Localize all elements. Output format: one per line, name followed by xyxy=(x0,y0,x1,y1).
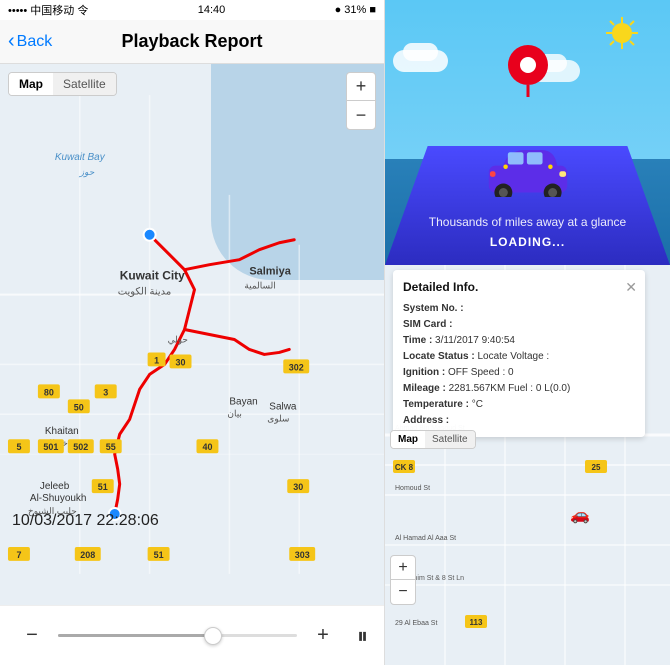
svg-text:Jeleeb: Jeleeb xyxy=(40,481,70,492)
back-button[interactable]: ‹ Back xyxy=(8,30,52,53)
map-zoom-controls: + − xyxy=(346,72,376,130)
svg-text:حولي: حولي xyxy=(168,334,188,345)
progress-fill xyxy=(58,634,213,637)
svg-text:السالمية: السالمية xyxy=(244,281,275,291)
right-map-type-selector: Map Satellite xyxy=(390,430,476,449)
detail-field-mileage: Mileage : 2281.567KM Fuel : 0 L(0.0) xyxy=(403,381,635,397)
svg-text:302: 302 xyxy=(289,362,304,372)
status-bar: ••••• 中国移动 令 14:40 ● 31% ■ xyxy=(0,0,384,20)
svg-text:208: 208 xyxy=(80,550,95,560)
detail-popup-close-button[interactable]: ✕ xyxy=(625,276,637,298)
progress-bar[interactable] xyxy=(58,634,297,637)
svg-text:30: 30 xyxy=(176,357,186,367)
detail-field-system: System No. : xyxy=(403,301,635,317)
svg-text:بيان: بيان xyxy=(227,408,242,418)
svg-text:حوز: حوز xyxy=(79,167,95,178)
pause-button[interactable]: ⏸ xyxy=(357,623,368,649)
svg-text:🚗: 🚗 xyxy=(570,507,590,524)
header: ‹ Back Playback Report xyxy=(0,20,384,64)
left-panel: ••••• 中国移动 令 14:40 ● 31% ■ ‹ Back Playba… xyxy=(0,0,385,665)
detail-popup: Detailed Info. ✕ System No. : SIM Card :… xyxy=(393,270,645,437)
right-map-section: Ahmad Bin Masoud St Homoud St Al Hamad A… xyxy=(385,265,670,665)
car-icon xyxy=(483,141,573,210)
right-zoom-out-button[interactable]: − xyxy=(391,580,415,604)
right-panel: Thousands of miles away at a glance LOAD… xyxy=(385,0,670,665)
status-bar-time: 14:40 xyxy=(198,4,226,16)
svg-text:1: 1 xyxy=(154,355,159,365)
zoom-out-button[interactable]: − xyxy=(347,101,375,129)
back-chevron-icon: ‹ xyxy=(8,30,15,53)
svg-text:Khaitan: Khaitan xyxy=(45,426,79,437)
svg-text:502: 502 xyxy=(73,442,88,452)
svg-text:303: 303 xyxy=(295,550,310,560)
loading-text: LOADING... xyxy=(490,235,565,249)
map-container: Kuwait Bay حوز Kuwait City مدينة الكويت … xyxy=(0,64,384,605)
progress-thumb[interactable] xyxy=(204,627,222,645)
timestamp-label: 10/03/2017 22:28:06 xyxy=(12,512,159,530)
detail-popup-title: Detailed Info. xyxy=(403,278,635,297)
playback-controls: − + ⏸ xyxy=(0,605,384,665)
svg-text:Salwa: Salwa xyxy=(269,401,297,412)
svg-text:Salmiya: Salmiya xyxy=(249,266,291,278)
illustration-tagline: Thousands of miles away at a glance xyxy=(429,215,626,229)
svg-text:3: 3 xyxy=(103,387,108,397)
detail-field-address: Address : xyxy=(403,413,635,429)
status-bar-right: ● 31% ■ xyxy=(335,4,376,16)
svg-text:سلوى: سلوى xyxy=(267,413,289,424)
svg-text:51: 51 xyxy=(98,482,108,492)
svg-text:113: 113 xyxy=(470,618,483,627)
svg-text:501: 501 xyxy=(43,442,58,452)
detail-field-ignition: Ignition : OFF Speed : 0 xyxy=(403,365,635,381)
map-pin-icon xyxy=(508,45,548,106)
sun-icon xyxy=(604,15,640,51)
svg-text:Al-Shuyoukh: Al-Shuyoukh xyxy=(30,493,87,504)
svg-text:Kuwait Bay: Kuwait Bay xyxy=(55,152,106,163)
right-zoom-in-button[interactable]: + xyxy=(391,556,415,580)
svg-text:30: 30 xyxy=(293,482,303,492)
svg-text:25: 25 xyxy=(592,463,601,472)
map-type-selector: Map Satellite xyxy=(8,72,117,96)
page-title: Playback Report xyxy=(121,31,262,52)
svg-text:مدينة الكويت: مدينة الكويت xyxy=(118,287,172,298)
detail-field-locate: Locate Status : Locate Voltage : xyxy=(403,349,635,365)
svg-text:51: 51 xyxy=(154,550,164,560)
status-bar-left: ••••• 中国移动 令 xyxy=(8,2,88,18)
right-map-type-satellite-btn[interactable]: Satellite xyxy=(425,431,475,448)
svg-text:29 Al Ebaa St: 29 Al Ebaa St xyxy=(395,620,437,627)
svg-text:Kuwait City: Kuwait City xyxy=(120,269,185,283)
increase-speed-button[interactable]: + xyxy=(307,620,339,652)
svg-text:Homoud St: Homoud St xyxy=(395,485,430,492)
map-type-satellite-btn[interactable]: Satellite xyxy=(53,73,116,95)
detail-field-sim: SIM Card : xyxy=(403,317,635,333)
detail-field-temp: Temperature : °C xyxy=(403,397,635,413)
decrease-speed-button[interactable]: − xyxy=(16,620,48,652)
svg-text:CK 8: CK 8 xyxy=(395,463,414,472)
cloud-left-small-icon xyxy=(403,43,438,61)
map-type-map-btn[interactable]: Map xyxy=(9,73,53,95)
svg-text:55: 55 xyxy=(106,442,116,452)
back-label: Back xyxy=(17,33,53,51)
svg-text:50: 50 xyxy=(74,402,84,412)
svg-text:5: 5 xyxy=(16,442,21,452)
svg-text:Bayan: Bayan xyxy=(229,396,257,407)
svg-text:40: 40 xyxy=(202,442,212,452)
svg-text:7: 7 xyxy=(16,550,21,560)
detail-field-time: Time : 3/11/2017 9:40:54 xyxy=(403,333,635,349)
zoom-in-button[interactable]: + xyxy=(347,73,375,101)
illustration-section: Thousands of miles away at a glance LOAD… xyxy=(385,0,670,265)
right-map-type-map-btn[interactable]: Map xyxy=(391,431,425,448)
svg-text:Al Hamad Al Aaa St: Al Hamad Al Aaa St xyxy=(395,535,456,542)
right-zoom-controls: + − xyxy=(390,555,416,605)
svg-text:80: 80 xyxy=(44,387,54,397)
